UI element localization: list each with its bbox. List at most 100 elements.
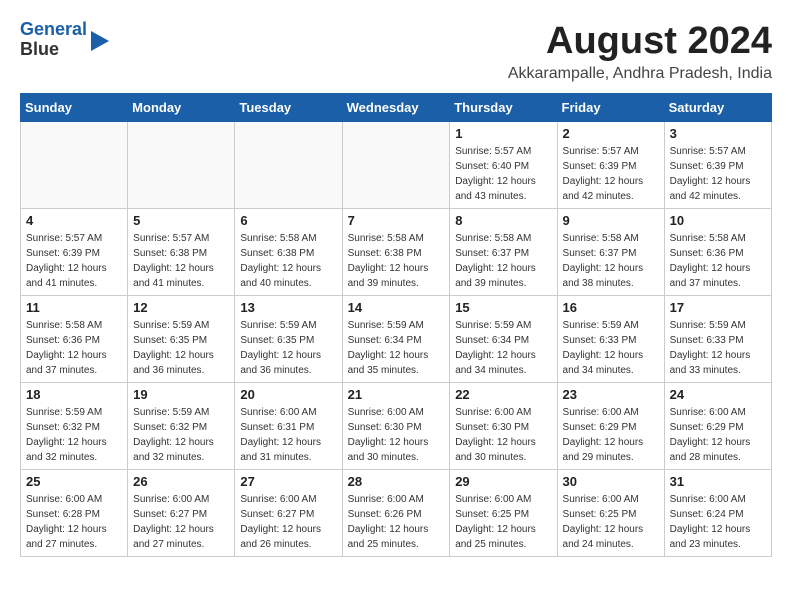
calendar-cell: 5Sunrise: 5:57 AM Sunset: 6:38 PM Daylig… xyxy=(128,209,235,296)
calendar-cell: 14 Sunrise: 5:59 AM Sunset: 6:34 PM Dayli… xyxy=(342,296,450,383)
calendar-cell: 8 Sunrise: 5:58 AM Sunset: 6:37 PM Daylig… xyxy=(450,209,557,296)
calendar-cell: 1 Sunrise: 5:57 AM Sunset: 6:40 PM Daylig… xyxy=(450,122,557,209)
day-info: Sunrise: 5:59 AM Sunset: 6:34 PM Dayligh… xyxy=(455,318,551,378)
calendar-cell: 12 Sunrise: 5:59 AM Sunset: 6:35 PM Dayli… xyxy=(128,296,235,383)
day-number: 21 xyxy=(348,387,445,402)
calendar-cell: 9Sunrise: 5:58 AM Sunset: 6:37 PM Daylig… xyxy=(557,209,664,296)
calendar-cell: 23 Sunrise: 6:00 AM Sunset: 6:29 PM Dayli… xyxy=(557,383,664,470)
day-info: Sunrise: 6:00 AM Sunset: 6:30 PM Dayligh… xyxy=(455,405,551,465)
day-info: Sunrise: 5:57 AM Sunset: 6:39 PM Dayligh… xyxy=(670,144,766,204)
day-info: Sunrise: 6:00 AM Sunset: 6:28 PM Dayligh… xyxy=(26,492,122,552)
day-number: 1 xyxy=(455,126,551,141)
calendar-week-row: 25 Sunrise: 6:00 AM Sunset: 6:28 PM Dayli… xyxy=(21,470,772,557)
day-number: 23 xyxy=(563,387,659,402)
day-info: Sunrise: 5:59 AM Sunset: 6:32 PM Dayligh… xyxy=(26,405,122,465)
weekday-header: Friday xyxy=(557,94,664,122)
calendar-week-row: 11Sunrise: 5:58 AM Sunset: 6:36 PM Dayli… xyxy=(21,296,772,383)
day-info: Sunrise: 5:57 AM Sunset: 6:39 PM Dayligh… xyxy=(26,231,122,291)
day-number: 24 xyxy=(670,387,766,402)
day-info: Sunrise: 5:58 AM Sunset: 6:36 PM Dayligh… xyxy=(670,231,766,291)
day-info: Sunrise: 6:00 AM Sunset: 6:29 PM Dayligh… xyxy=(670,405,766,465)
calendar-week-row: 4 Sunrise: 5:57 AM Sunset: 6:39 PM Daylig… xyxy=(21,209,772,296)
calendar-week-row: 1 Sunrise: 5:57 AM Sunset: 6:40 PM Daylig… xyxy=(21,122,772,209)
calendar-week-row: 18 Sunrise: 5:59 AM Sunset: 6:32 PM Dayli… xyxy=(21,383,772,470)
day-number: 10 xyxy=(670,213,766,228)
day-number: 16 xyxy=(563,300,659,315)
day-number: 7 xyxy=(348,213,445,228)
day-number: 15 xyxy=(455,300,551,315)
calendar-cell: 21 Sunrise: 6:00 AM Sunset: 6:30 PM Dayli… xyxy=(342,383,450,470)
day-number: 8 xyxy=(455,213,551,228)
day-info: Sunrise: 5:59 AM Sunset: 6:34 PM Dayligh… xyxy=(348,318,445,378)
day-info: Sunrise: 6:00 AM Sunset: 6:25 PM Dayligh… xyxy=(455,492,551,552)
day-info: Sunrise: 6:00 AM Sunset: 6:31 PM Dayligh… xyxy=(240,405,336,465)
calendar-cell: 15 Sunrise: 5:59 AM Sunset: 6:34 PM Dayli… xyxy=(450,296,557,383)
day-number: 13 xyxy=(240,300,336,315)
logo: General Blue xyxy=(20,20,109,60)
location: Akkarampalle, Andhra Pradesh, India xyxy=(508,65,772,83)
day-info: Sunrise: 5:59 AM Sunset: 6:33 PM Dayligh… xyxy=(670,318,766,378)
calendar-cell: 19 Sunrise: 5:59 AM Sunset: 6:32 PM Dayli… xyxy=(128,383,235,470)
day-info: Sunrise: 6:00 AM Sunset: 6:24 PM Dayligh… xyxy=(670,492,766,552)
day-info: Sunrise: 5:59 AM Sunset: 6:32 PM Dayligh… xyxy=(133,405,229,465)
calendar-table: SundayMondayTuesdayWednesdayThursdayFrid… xyxy=(20,93,772,557)
day-number: 31 xyxy=(670,474,766,489)
month-title: August 2024 xyxy=(508,20,772,63)
calendar-cell: 25 Sunrise: 6:00 AM Sunset: 6:28 PM Dayli… xyxy=(21,470,128,557)
day-number: 28 xyxy=(348,474,445,489)
calendar-cell: 22 Sunrise: 6:00 AM Sunset: 6:30 PM Dayli… xyxy=(450,383,557,470)
calendar-header-row: SundayMondayTuesdayWednesdayThursdayFrid… xyxy=(21,94,772,122)
day-number: 5 xyxy=(133,213,229,228)
day-info: Sunrise: 5:59 AM Sunset: 6:35 PM Dayligh… xyxy=(133,318,229,378)
day-number: 18 xyxy=(26,387,122,402)
calendar-cell: 20Sunrise: 6:00 AM Sunset: 6:31 PM Dayli… xyxy=(235,383,342,470)
day-number: 14 xyxy=(348,300,445,315)
calendar-cell: 28 Sunrise: 6:00 AM Sunset: 6:26 PM Dayli… xyxy=(342,470,450,557)
day-number: 22 xyxy=(455,387,551,402)
calendar-cell: 4 Sunrise: 5:57 AM Sunset: 6:39 PM Daylig… xyxy=(21,209,128,296)
weekday-header: Tuesday xyxy=(235,94,342,122)
day-info: Sunrise: 5:59 AM Sunset: 6:35 PM Dayligh… xyxy=(240,318,336,378)
weekday-header: Wednesday xyxy=(342,94,450,122)
day-info: Sunrise: 6:00 AM Sunset: 6:27 PM Dayligh… xyxy=(240,492,336,552)
calendar-cell: 18 Sunrise: 5:59 AM Sunset: 6:32 PM Dayli… xyxy=(21,383,128,470)
day-number: 9 xyxy=(563,213,659,228)
day-info: Sunrise: 5:59 AM Sunset: 6:33 PM Dayligh… xyxy=(563,318,659,378)
day-number: 19 xyxy=(133,387,229,402)
calendar-cell: 11Sunrise: 5:58 AM Sunset: 6:36 PM Dayli… xyxy=(21,296,128,383)
day-info: Sunrise: 5:57 AM Sunset: 6:40 PM Dayligh… xyxy=(455,144,551,204)
calendar-cell: 3 Sunrise: 5:57 AM Sunset: 6:39 PM Daylig… xyxy=(664,122,771,209)
title-area: August 2024 Akkarampalle, Andhra Pradesh… xyxy=(508,20,772,83)
calendar-cell: 30 Sunrise: 6:00 AM Sunset: 6:25 PM Dayli… xyxy=(557,470,664,557)
day-info: Sunrise: 6:00 AM Sunset: 6:29 PM Dayligh… xyxy=(563,405,659,465)
day-number: 12 xyxy=(133,300,229,315)
day-number: 4 xyxy=(26,213,122,228)
day-info: Sunrise: 6:00 AM Sunset: 6:26 PM Dayligh… xyxy=(348,492,445,552)
calendar-cell: 6Sunrise: 5:58 AM Sunset: 6:38 PM Daylig… xyxy=(235,209,342,296)
calendar-cell: 29 Sunrise: 6:00 AM Sunset: 6:25 PM Dayli… xyxy=(450,470,557,557)
day-info: Sunrise: 5:57 AM Sunset: 6:39 PM Dayligh… xyxy=(563,144,659,204)
page-header: General Blue August 2024 Akkarampalle, A… xyxy=(20,20,772,83)
day-info: Sunrise: 5:58 AM Sunset: 6:36 PM Dayligh… xyxy=(26,318,122,378)
calendar-cell: 27 Sunrise: 6:00 AM Sunset: 6:27 PM Dayli… xyxy=(235,470,342,557)
logo-arrow-icon xyxy=(91,31,109,51)
day-number: 30 xyxy=(563,474,659,489)
calendar-cell: 10 Sunrise: 5:58 AM Sunset: 6:36 PM Dayli… xyxy=(664,209,771,296)
calendar-cell: 17Sunrise: 5:59 AM Sunset: 6:33 PM Dayli… xyxy=(664,296,771,383)
day-number: 27 xyxy=(240,474,336,489)
calendar-cell: 24 Sunrise: 6:00 AM Sunset: 6:29 PM Dayli… xyxy=(664,383,771,470)
day-number: 3 xyxy=(670,126,766,141)
day-info: Sunrise: 5:58 AM Sunset: 6:37 PM Dayligh… xyxy=(455,231,551,291)
weekday-header: Thursday xyxy=(450,94,557,122)
day-info: Sunrise: 6:00 AM Sunset: 6:30 PM Dayligh… xyxy=(348,405,445,465)
calendar-cell xyxy=(235,122,342,209)
calendar-cell xyxy=(342,122,450,209)
day-number: 29 xyxy=(455,474,551,489)
day-number: 6 xyxy=(240,213,336,228)
day-info: Sunrise: 5:58 AM Sunset: 6:38 PM Dayligh… xyxy=(348,231,445,291)
day-number: 25 xyxy=(26,474,122,489)
day-info: Sunrise: 6:00 AM Sunset: 6:25 PM Dayligh… xyxy=(563,492,659,552)
day-number: 2 xyxy=(563,126,659,141)
calendar-cell: 7 Sunrise: 5:58 AM Sunset: 6:38 PM Daylig… xyxy=(342,209,450,296)
weekday-header: Sunday xyxy=(21,94,128,122)
